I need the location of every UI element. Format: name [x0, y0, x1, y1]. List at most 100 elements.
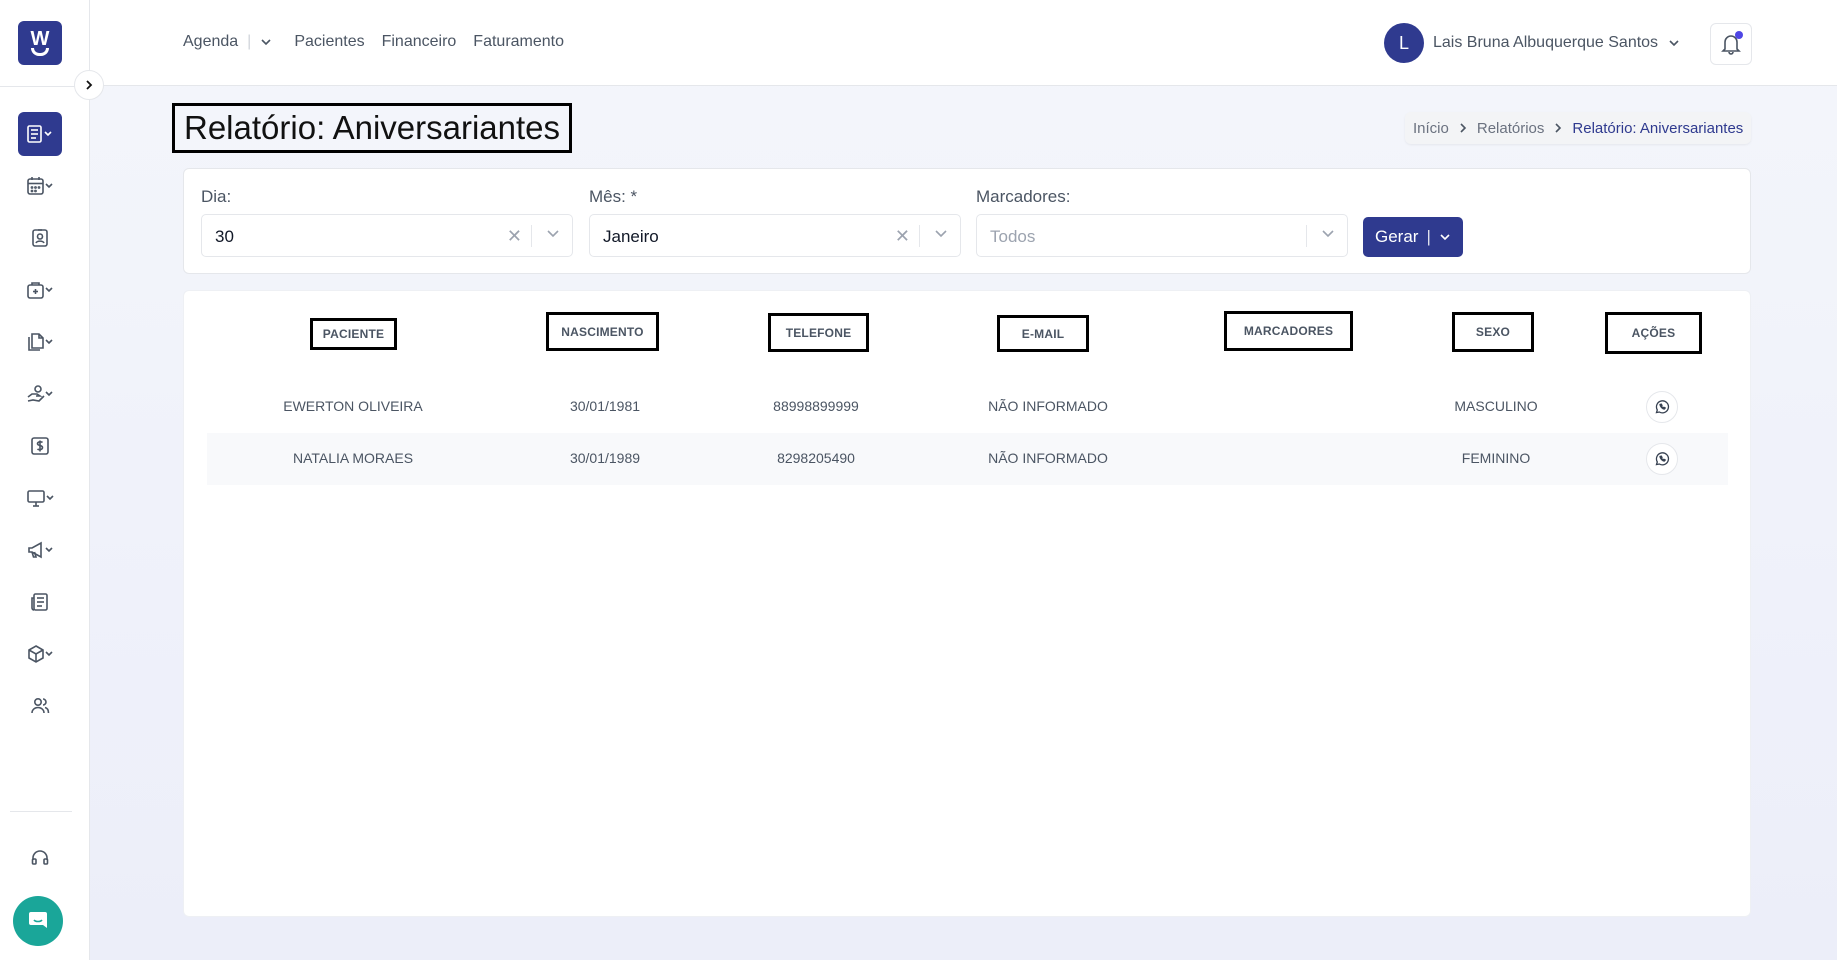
- user-name: Lais Bruna Albuquerque Santos: [1433, 34, 1659, 51]
- generate-button[interactable]: Gerar |: [1363, 217, 1463, 257]
- marcadores-placeholder: Todos: [990, 227, 1036, 246]
- cell-email: NÃO INFORMADO: [988, 398, 1108, 414]
- dia-value: 30: [215, 227, 234, 246]
- sidebar-item-billing[interactable]: [18, 372, 62, 416]
- sidebar-item-telemedicine[interactable]: [18, 476, 62, 520]
- filters-panel: Dia: 30 ✕ Mês: * Janeiro ✕ Marcadores: T…: [183, 168, 1751, 274]
- cell-paciente: NATALIA MORAES: [292, 450, 414, 466]
- nav-item-agenda[interactable]: Agenda: [183, 33, 238, 51]
- select-separator: [1306, 225, 1307, 247]
- app-logo[interactable]: W: [18, 21, 62, 65]
- breadcrumb-home[interactable]: Início: [1413, 120, 1449, 137]
- main-nav: Agenda | Pacientes Financeiro Faturament…: [183, 33, 581, 51]
- mes-select[interactable]: Janeiro ✕: [589, 214, 961, 257]
- chevron-down-icon[interactable]: [546, 229, 560, 239]
- sidebar-item-calendar[interactable]: [18, 164, 62, 208]
- column-header-nascimento[interactable]: NASCIMENTO: [546, 312, 659, 351]
- dia-select[interactable]: 30 ✕: [201, 214, 573, 257]
- sidebar-toggle-button[interactable]: [74, 70, 104, 100]
- chevron-down-icon[interactable]: [1439, 233, 1451, 241]
- nav-item-financeiro[interactable]: Financeiro: [382, 33, 457, 51]
- patient-id-icon: [32, 229, 48, 247]
- results-table: PACIENTE NASCIMENTO TELEFONE E-MAIL MARC…: [183, 290, 1751, 917]
- marcadores-select[interactable]: Todos: [976, 214, 1348, 257]
- hand-money-icon: [27, 385, 53, 402]
- megaphone-icon: [28, 541, 53, 559]
- nav-separator: |: [247, 33, 252, 50]
- nav-item-pacientes[interactable]: Pacientes: [294, 33, 364, 51]
- breadcrumb-reports[interactable]: Relatórios: [1477, 120, 1545, 137]
- dollar-icon: [31, 437, 49, 455]
- package-icon: [28, 645, 53, 663]
- agenda-dropdown-toggle[interactable]: [260, 38, 272, 46]
- medical-bag-icon: [27, 282, 53, 299]
- top-bar: Agenda | Pacientes Financeiro Faturament…: [90, 0, 1837, 86]
- sidebar-item-records[interactable]: [18, 580, 62, 624]
- breadcrumb: Início Relatórios Relatório: Aniversaria…: [1405, 112, 1752, 144]
- headset-icon: [31, 850, 49, 865]
- mes-label: Mês: *: [589, 187, 638, 206]
- chevron-right-icon: [1460, 123, 1466, 133]
- sidebar-item-financial[interactable]: [18, 424, 62, 468]
- sidebar-divider-bottom: [10, 811, 72, 812]
- cell-sexo: MASCULINO: [1454, 398, 1538, 414]
- column-header-telefone[interactable]: TELEFONE: [768, 313, 869, 352]
- cell-sexo: FEMININO: [1461, 450, 1531, 466]
- generate-separator: |: [1426, 227, 1431, 246]
- sidebar-item-patients[interactable]: [18, 216, 62, 260]
- sidebar-item-reports[interactable]: [18, 112, 62, 156]
- cell-telefone: 88998899999: [773, 398, 859, 414]
- users-icon: [31, 697, 50, 714]
- avatar: L: [1384, 23, 1424, 63]
- marcadores-label: Marcadores:: [976, 187, 1071, 206]
- select-separator: [531, 225, 532, 247]
- sidebar: W: [0, 0, 90, 960]
- mes-value: Janeiro: [603, 227, 659, 246]
- sidebar-item-documents[interactable]: [18, 320, 62, 364]
- cell-nascimento: 30/01/1981: [569, 398, 641, 414]
- sidebar-item-marketing[interactable]: [18, 528, 62, 572]
- chevron-down-icon: [1669, 40, 1679, 47]
- breadcrumb-separator: [1459, 122, 1467, 134]
- logo-letter: W: [30, 27, 50, 50]
- newspaper-icon: [31, 593, 48, 611]
- sidebar-item-clinic[interactable]: [18, 268, 62, 312]
- reports-icon: [27, 125, 52, 143]
- nav-item-faturamento[interactable]: Faturamento: [473, 33, 564, 51]
- chevron-right-icon: [86, 80, 93, 90]
- documents-icon: [28, 333, 53, 351]
- logo-smile-icon: [31, 47, 49, 56]
- whatsapp-button[interactable]: [1646, 443, 1678, 475]
- notifications-button[interactable]: [1710, 23, 1752, 65]
- chevron-right-icon: [1555, 123, 1562, 133]
- chat-icon: [29, 912, 47, 928]
- dia-label: Dia:: [201, 187, 232, 206]
- cell-paciente: EWERTON OLIVEIRA: [283, 398, 423, 414]
- cell-nascimento: 30/01/1989: [569, 450, 641, 466]
- chevron-down-icon[interactable]: [1321, 229, 1335, 239]
- sidebar-item-support[interactable]: [18, 836, 62, 880]
- cell-email: NÃO INFORMADO: [988, 450, 1108, 466]
- chevron-down-icon: [261, 39, 271, 46]
- calendar-icon: [27, 177, 53, 195]
- clear-icon[interactable]: ✕: [507, 226, 522, 247]
- column-header-email[interactable]: E-MAIL: [997, 315, 1089, 352]
- column-header-paciente[interactable]: PACIENTE: [310, 318, 397, 350]
- column-header-sexo[interactable]: SEXO: [1452, 312, 1534, 352]
- clear-icon[interactable]: ✕: [895, 226, 910, 247]
- chevron-down-icon[interactable]: [934, 229, 948, 239]
- whatsapp-button[interactable]: [1646, 391, 1678, 423]
- sidebar-item-users[interactable]: [18, 684, 62, 728]
- notification-dot: [1735, 31, 1743, 39]
- user-menu[interactable]: L Lais Bruna Albuquerque Santos: [1384, 23, 1680, 63]
- cell-telefone: 8298205490: [777, 450, 855, 466]
- column-header-marcadores[interactable]: MARCADORES: [1224, 311, 1353, 351]
- breadcrumb-current: Relatório: Aniversariantes: [1572, 119, 1744, 137]
- table-row: NATALIA MORAES 30/01/1989 8298205490 NÃO…: [207, 433, 1728, 485]
- whatsapp-icon: [1655, 452, 1670, 466]
- column-header-acoes: AÇÕES: [1605, 312, 1702, 354]
- sidebar-item-stock[interactable]: [18, 632, 62, 676]
- monitor-icon: [27, 490, 54, 507]
- chat-button[interactable]: [13, 896, 63, 946]
- table-row: EWERTON OLIVEIRA 30/01/1981 88998899999 …: [207, 381, 1728, 433]
